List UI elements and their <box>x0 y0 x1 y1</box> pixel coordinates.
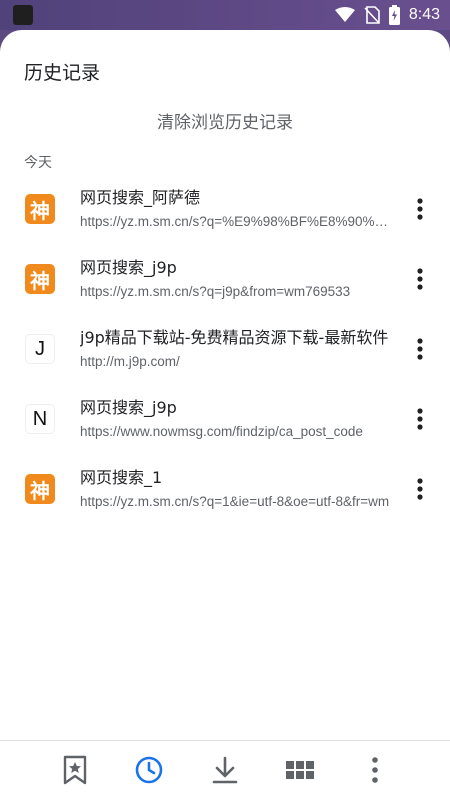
history-item[interactable]: 神 网页搜索_j9p https://yz.m.sm.cn/s?q=j9p&fr… <box>0 240 450 310</box>
history-item[interactable]: N 网页搜索_j9p https://www.nowmsg.com/findzi… <box>0 380 450 450</box>
apps-grid-icon <box>286 761 314 779</box>
history-item-url: https://yz.m.sm.cn/s?q=j9p&from=wm769533 <box>80 284 351 299</box>
more-icon <box>372 757 378 783</box>
history-item[interactable]: 神 网页搜索_1 https://yz.m.sm.cn/s?q=1&ie=utf… <box>0 450 450 520</box>
history-item-url: http://m.j9p.com/ <box>80 354 180 369</box>
shen-favicon-icon: 神 <box>25 194 55 224</box>
bookmarks-icon <box>63 755 87 785</box>
letter-favicon-icon: J <box>25 334 55 364</box>
history-item-url: https://yz.m.sm.cn/s?q=1&ie=utf-8&oe=utf… <box>80 494 390 509</box>
history-item-text: j9p精品下载站-免费精品资源下载-最新软件 http://m.j9p.com/ <box>80 327 392 373</box>
history-sheet: 历史记录 清除浏览历史记录 今天 神 网页搜索_阿萨德 https://yz.m… <box>0 30 450 800</box>
more-vert-icon <box>417 338 423 360</box>
wifi-icon <box>334 7 355 22</box>
more-button[interactable] <box>358 753 392 787</box>
history-item-url: https://yz.m.sm.cn/s?q=%E9%98%BF%E8%90%A… <box>80 214 392 229</box>
status-bar: 8:43 <box>0 0 450 30</box>
no-sim-icon <box>364 6 380 24</box>
shen-favicon-icon: 神 <box>25 474 55 504</box>
item-more-button[interactable] <box>405 472 435 506</box>
history-item-title: 网页搜索_j9p <box>80 398 177 417</box>
history-icon <box>135 756 163 784</box>
item-more-button[interactable] <box>405 192 435 226</box>
history-item-text: 网页搜索_j9p https://yz.m.sm.cn/s?q=j9p&from… <box>80 257 392 303</box>
item-more-button[interactable] <box>405 332 435 366</box>
more-vert-icon <box>417 268 423 290</box>
app-notification-icon <box>13 5 33 25</box>
status-time: 8:43 <box>408 6 440 23</box>
bookmarks-button[interactable] <box>58 753 92 787</box>
downloads-button[interactable] <box>208 753 242 787</box>
page-title: 历史记录 <box>24 62 101 84</box>
history-item-title: 网页搜索_1 <box>80 468 163 487</box>
history-item[interactable]: J j9p精品下载站-免费精品资源下载-最新软件 http://m.j9p.co… <box>0 310 450 380</box>
history-item-title: 网页搜索_阿萨德 <box>80 188 201 207</box>
more-vert-icon <box>417 198 423 220</box>
history-item-text: 网页搜索_阿萨德 https://yz.m.sm.cn/s?q=%E9%98%B… <box>80 187 392 233</box>
section-label-today: 今天 <box>24 155 52 171</box>
letter-favicon-icon: N <box>25 404 55 434</box>
more-vert-icon <box>417 478 423 500</box>
history-item-title: j9p精品下载站-免费精品资源下载-最新软件 <box>80 328 389 347</box>
history-button[interactable] <box>132 753 166 787</box>
bottom-nav-bar <box>0 740 450 800</box>
history-item-text: 网页搜索_1 https://yz.m.sm.cn/s?q=1&ie=utf-8… <box>80 467 392 513</box>
battery-icon <box>388 5 400 25</box>
history-item-url: https://www.nowmsg.com/findzip/ca_post_c… <box>80 424 363 439</box>
clear-history-button[interactable]: 清除浏览历史记录 <box>0 108 450 133</box>
more-vert-icon <box>417 408 423 430</box>
status-icons: 8:43 <box>334 3 440 27</box>
shen-favicon-icon: 神 <box>25 264 55 294</box>
history-item[interactable]: 神 网页搜索_阿萨德 https://yz.m.sm.cn/s?q=%E9%98… <box>0 170 450 240</box>
apps-grid-button[interactable] <box>283 753 317 787</box>
item-more-button[interactable] <box>405 262 435 296</box>
history-item-text: 网页搜索_j9p https://www.nowmsg.com/findzip/… <box>80 397 392 443</box>
history-item-title: 网页搜索_j9p <box>80 258 177 277</box>
downloads-icon <box>212 756 238 784</box>
item-more-button[interactable] <box>405 402 435 436</box>
history-list: 神 网页搜索_阿萨德 https://yz.m.sm.cn/s?q=%E9%98… <box>0 170 450 520</box>
